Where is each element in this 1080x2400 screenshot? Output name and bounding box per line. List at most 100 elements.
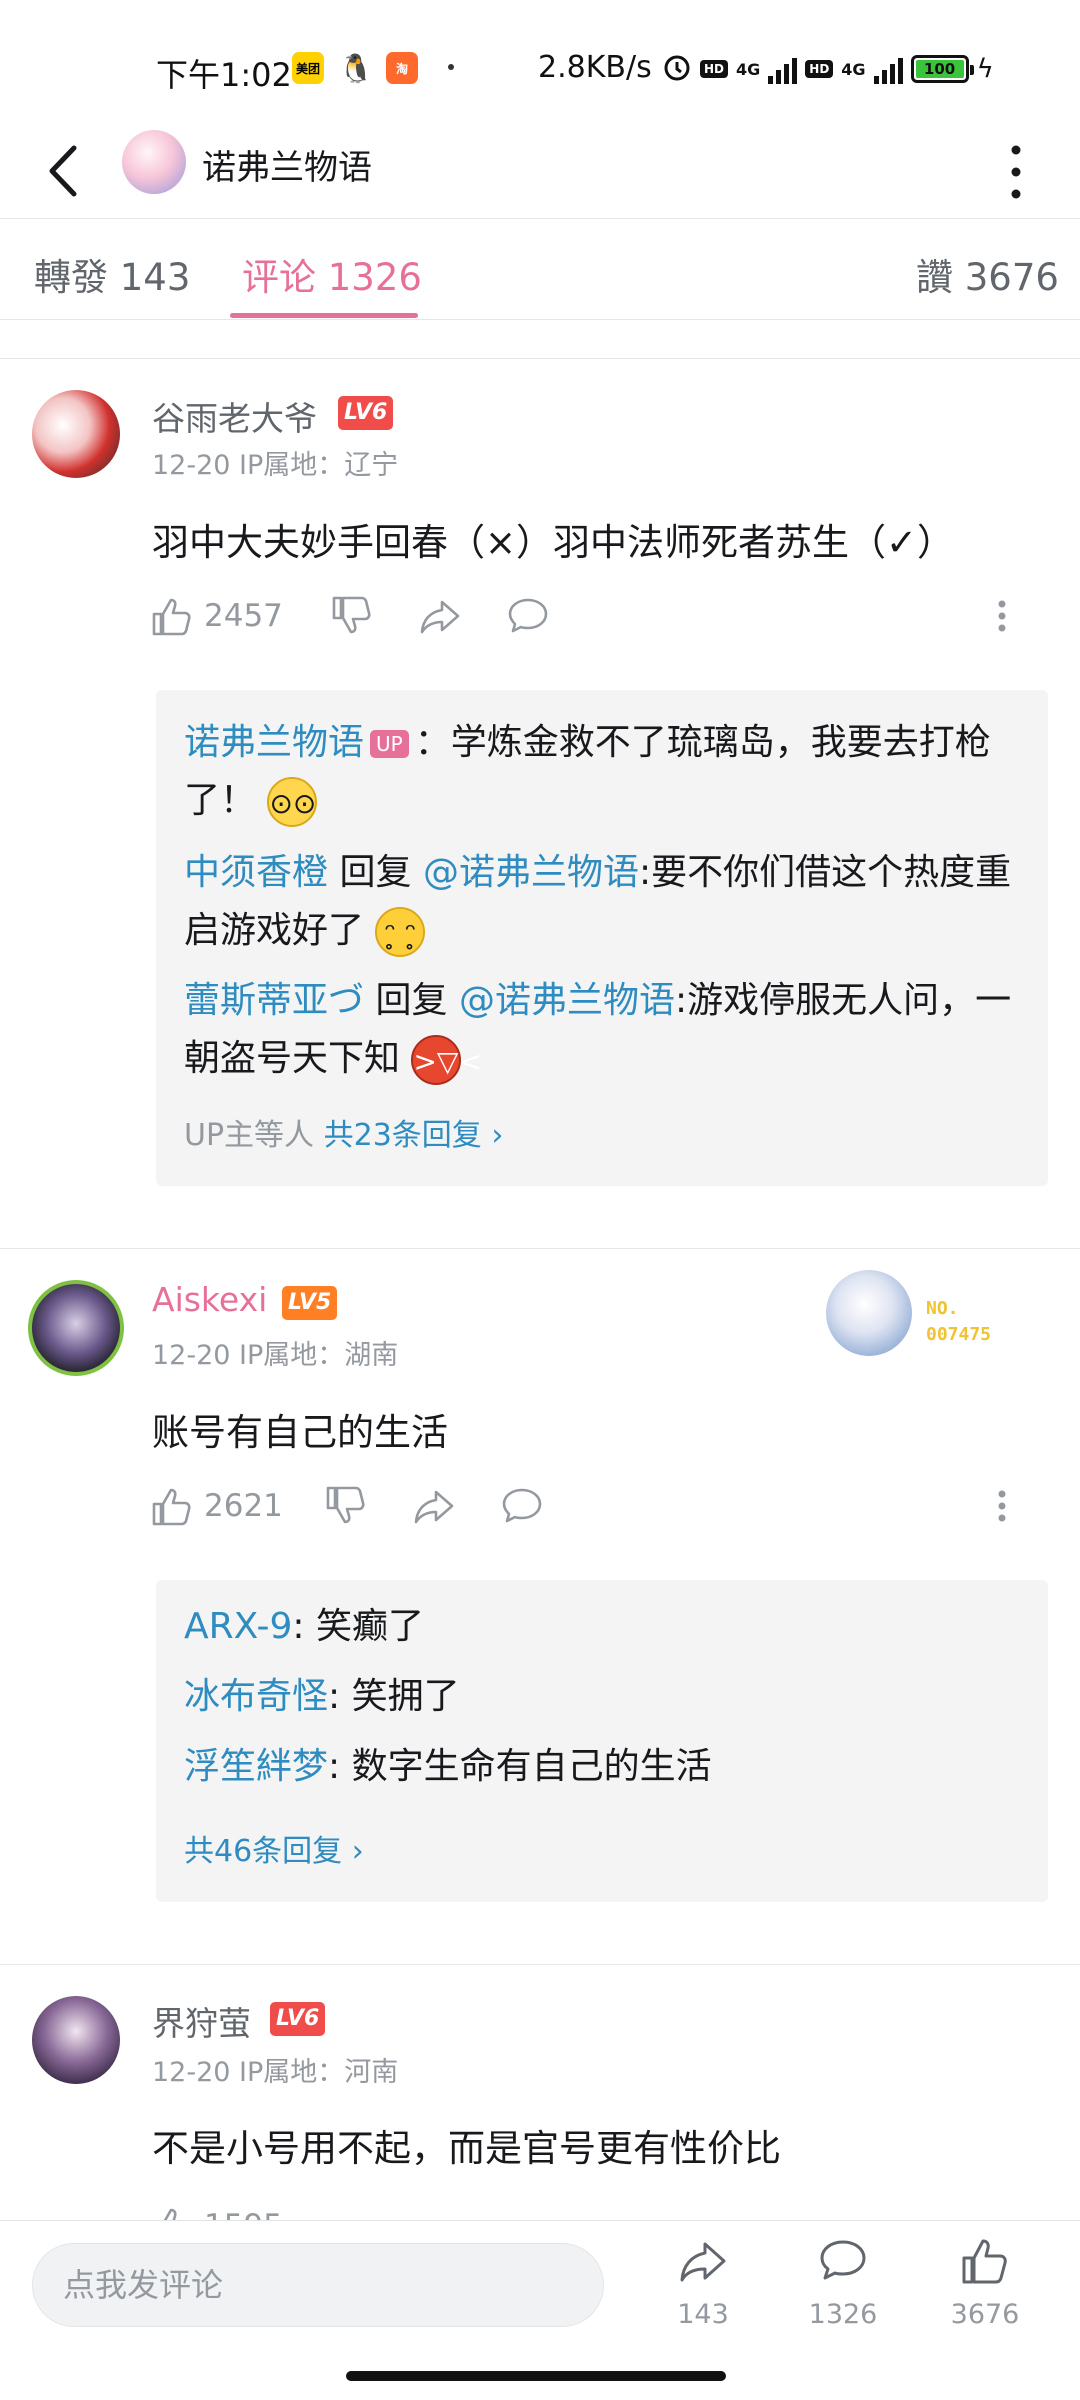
dislike-button[interactable] (330, 586, 374, 646)
comment-meta: 12-20 IP属地：湖南 (152, 1340, 399, 1371)
hd-badge: HD (700, 60, 729, 78)
digital-collectible-badge[interactable]: NO. 007475 (826, 1262, 1026, 1362)
like-count: 1595 (204, 2208, 283, 2220)
reply-author[interactable]: 中须香橙 (184, 852, 328, 893)
active-tab-indicator (230, 313, 418, 318)
commenter-name[interactable]: Aiskexi (152, 1280, 267, 1319)
reply-author[interactable]: 诺弗兰物语 (184, 722, 364, 763)
angry-emoji-icon: >▽< (411, 1035, 482, 1085)
uploader-avatar[interactable] (122, 130, 186, 194)
level-badge: LV6 (338, 396, 394, 430)
chevron-right-icon: › (491, 1118, 504, 1153)
more-options-icon[interactable] (998, 132, 1034, 202)
thumbs-down-icon (332, 596, 371, 634)
like-button[interactable]: 3676 (930, 2235, 1040, 2355)
commenter-avatar[interactable] (32, 390, 120, 478)
reply-author[interactable]: 浮笙絆梦 (184, 1746, 328, 1787)
comment-bubble-icon (508, 598, 548, 633)
comment-input[interactable]: 点我发评论 (32, 2243, 604, 2327)
tab-comments[interactable]: 评论 1326 (242, 247, 422, 301)
comment-button[interactable]: 1326 (788, 2235, 898, 2355)
comment-divider (0, 1964, 1080, 1965)
comment-bubble-icon (820, 2240, 866, 2280)
like-count: 3676 (950, 2299, 1020, 2330)
forward-button[interactable]: 143 (648, 2235, 758, 2355)
alarm-icon (662, 52, 692, 86)
tab-bar: 轉發 143 评论 1326 讚 3676 (0, 218, 1080, 320)
collectible-id: 007475 (926, 1324, 992, 1345)
thumbs-up-icon (152, 1488, 191, 1526)
commenter-name[interactable]: 谷雨老大爷 (152, 392, 317, 440)
tab-likes[interactable]: 讚 3676 (916, 247, 1059, 301)
reply-button[interactable] (500, 1476, 544, 1536)
reply-mention[interactable]: @诺弗兰物语 (423, 852, 639, 893)
reply-author[interactable]: ARX-9 (184, 1606, 292, 1647)
reply-item[interactable]: 冰布奇怪: 笑拥了 (184, 1668, 1020, 1726)
commenter-avatar[interactable] (32, 1996, 120, 2084)
home-indicator[interactable] (346, 2371, 726, 2381)
back-arrow-icon[interactable] (40, 134, 90, 204)
comment-more-button[interactable] (980, 586, 1024, 646)
comment-actions: 2457 (150, 586, 1030, 646)
reply-author[interactable]: 蕾斯蒂亚づ (184, 980, 364, 1021)
share-button[interactable] (418, 586, 462, 646)
comment-more-button[interactable] (980, 1476, 1024, 1536)
like-button[interactable]: 2621 (150, 1476, 283, 1536)
status-bar: 下午1:02 美团 🐧 淘 2.8KB/s HD 4G HD 4G 100 ϟ (0, 0, 1080, 130)
reply-more-link[interactable]: 共46条回复 (184, 1834, 342, 1869)
comment-meta: 12-20 IP属地：河南 (152, 2057, 399, 2088)
network-type-2: 4G (841, 59, 866, 79)
meituan-app-icon: 美团 (292, 52, 324, 84)
collectible-label: NO. (926, 1298, 959, 1319)
tab-forward[interactable]: 轉發 143 (34, 247, 190, 301)
view-all-replies[interactable]: UP主等人 共23条回复 › (184, 1110, 503, 1154)
comment-text: 不是小号用不起，而是官号更有性价比 (152, 2127, 781, 2170)
reply-item[interactable]: 蕾斯蒂亚づ 回复 @诺弗兰物语:游戏停服无人问，一朝盗号天下知 >▽< (184, 972, 1020, 1088)
reply-item[interactable]: 浮笙絆梦: 数字生命有自己的生活 (184, 1738, 1020, 1796)
network-type-1: 4G (736, 59, 761, 79)
reply-mention[interactable]: @诺弗兰物语 (459, 980, 675, 1021)
reply-more-prefix: UP主等人 (184, 1118, 315, 1153)
top-bar: 诺弗兰物语 (0, 120, 1080, 220)
reply-author[interactable]: 冰布奇怪 (184, 1676, 328, 1717)
network-speed: 2.8KB/s (538, 50, 652, 85)
comment-text: 账号有自己的生活 (152, 1411, 448, 1454)
like-button[interactable]: 2457 (150, 586, 283, 646)
uploader-name[interactable]: 诺弗兰物语 (202, 140, 372, 189)
section-divider (0, 358, 1080, 359)
reply-more-link[interactable]: 共23条回复 (324, 1118, 482, 1153)
thumbs-up-icon (163, 2208, 177, 2220)
more-vertical-icon (998, 1490, 1006, 1522)
collectible-avatar (826, 1270, 912, 1356)
reply-item[interactable]: 中须香橙 回复 @诺弗兰物语:要不你们借这个热度重启游戏好了 ᵔ̥ ᵔ̥ (184, 844, 1020, 960)
commenter-avatar[interactable] (28, 1280, 124, 1376)
comment-actions: 2621 (150, 1476, 1030, 1536)
commenter-name[interactable]: 界狩萤 (152, 1997, 251, 2045)
reply-text: : 数字生命有自己的生活 (328, 1746, 712, 1787)
reply-preview-box[interactable]: ARX-9: 笑癫了 冰布奇怪: 笑拥了 浮笙絆梦: 数字生命有自己的生活 共4… (156, 1580, 1048, 1902)
reply-item[interactable]: 诺弗兰物语 UP ：学炼金救不了琉璃岛，我要去打枪了！ ⊙⊙ (184, 714, 1020, 830)
qq-app-icon: 🐧 (338, 51, 374, 85)
thumbs-up-icon (962, 2239, 1007, 2284)
comment-text: 羽中大夫妙手回春（×）羽中法师死者苏生（✓） (152, 521, 955, 564)
forward-count: 143 (677, 2299, 729, 2330)
reply-preview-box[interactable]: 诺弗兰物语 UP ：学炼金救不了琉璃岛，我要去打枪了！ ⊙⊙ 中须香橙 回复 @诺弗… (156, 690, 1048, 1186)
view-all-replies[interactable]: 共46条回复 › (184, 1826, 364, 1870)
thumbs-up-icon (152, 598, 191, 636)
reply-button[interactable] (506, 586, 550, 646)
comment-count: 1326 (808, 2299, 878, 2330)
up-badge: UP (370, 730, 409, 758)
share-icon (414, 1490, 454, 1524)
crying-emoji-icon: ᵔ̥ ᵔ̥ (375, 907, 426, 957)
battery-icon: 100 (910, 55, 974, 83)
taobao-app-icon: 淘 (386, 52, 418, 84)
reply-word: 回复 (375, 980, 448, 1021)
hd-badge-2: HD (805, 60, 834, 78)
status-indicators: HD 4G HD 4G 100 ϟ (662, 52, 994, 86)
level-badge: LV5 (282, 1286, 338, 1320)
dislike-button[interactable] (324, 1476, 368, 1536)
share-button[interactable] (412, 1476, 456, 1536)
like-button[interactable]: 1595 (150, 2196, 283, 2220)
collectible-number: NO. 007475 (926, 1296, 991, 1348)
reply-item[interactable]: ARX-9: 笑癫了 (184, 1598, 1020, 1656)
